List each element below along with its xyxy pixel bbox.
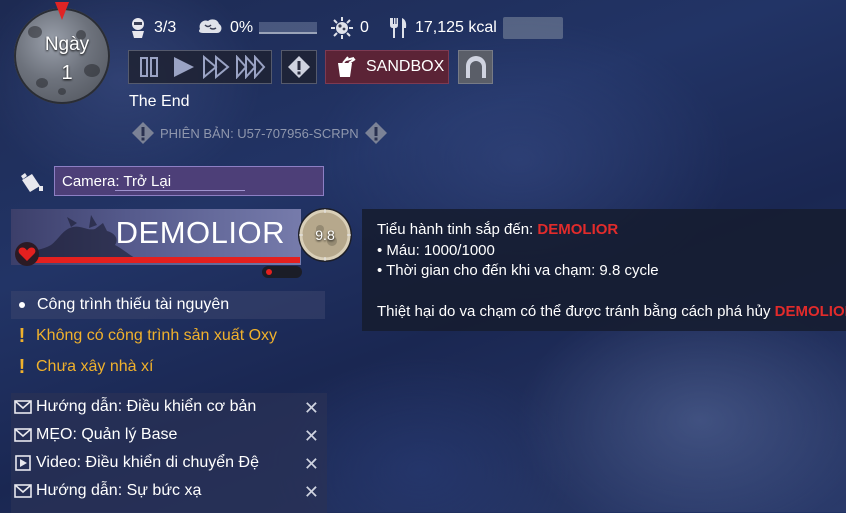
stress-text: 0%: [230, 19, 254, 36]
message-list: Hướng dẫn: Điều khiển cơ bản ✕ MẸO: Quản…: [11, 393, 327, 513]
alert-text: Công trình thiếu tài nguyên: [37, 296, 230, 313]
calorie-count[interactable]: 17,125 kcal: [387, 14, 563, 42]
brain-icon: [199, 19, 222, 33]
message-item[interactable]: Hướng dẫn: Sự bức xạ ✕: [11, 477, 327, 505]
tooltip-spacer: [377, 282, 846, 303]
duplicant-icon: [132, 18, 144, 38]
alert-text: Chưa xây nhà xí: [36, 358, 154, 375]
message-item[interactable]: Video: Điều khiển di chuyển Đệ ✕: [11, 449, 327, 477]
day-number: 1: [61, 62, 73, 84]
tooltip-line-time: • Thời gian cho đến khi va chạm: 9.8 cyc…: [377, 262, 659, 279]
camera-icon[interactable]: [18, 170, 46, 194]
close-icon[interactable]: ✕: [304, 454, 319, 475]
alert-item[interactable]: ! Chưa xây nhà xí: [11, 353, 325, 381]
envelope-icon: [14, 484, 32, 498]
fast-forward-icon: [203, 55, 230, 79]
envelope-icon: [14, 428, 32, 442]
calorie-text: 17,125 kcal: [415, 19, 497, 36]
tooltip-title-text: Tiểu hành tinh sắp đến:: [377, 221, 538, 238]
printing-pod-icon: [465, 56, 486, 78]
sandbox-bucket-icon: [338, 56, 356, 77]
tooltip-damage-text: Thiệt hại do va chạm có thể được tránh b…: [377, 303, 775, 320]
alert-item[interactable]: ! Không có công trình sản xuất Oxy: [11, 322, 325, 350]
ultra-speed-icon: [236, 55, 266, 79]
calorie-bar: [502, 17, 563, 39]
warning-diamond-icon: [132, 122, 154, 144]
bullet-icon: [19, 302, 25, 308]
speed-3-button[interactable]: [235, 53, 267, 81]
camera-label: Camera: Trở Lại: [62, 173, 172, 190]
health-indicator: [262, 266, 302, 278]
alert-item[interactable]: Công trình thiếu tài nguyên: [11, 291, 325, 319]
play-icon: [174, 57, 194, 77]
message-item[interactable]: Hướng dẫn: Điều khiển cơ bản ✕: [11, 393, 327, 421]
exclamation-icon: !: [18, 355, 26, 378]
speed-1-button[interactable]: [167, 53, 199, 81]
colony-name: The End: [129, 93, 190, 110]
pause-button[interactable]: [133, 53, 165, 81]
stress-bar: [259, 22, 318, 34]
cutlery-icon: [390, 18, 407, 38]
day-label: Ngày: [44, 34, 90, 55]
printing-pod-button[interactable]: [458, 50, 493, 84]
sickness-text: 0: [360, 19, 369, 36]
message-text: MẸO: Quản lý Base: [36, 426, 178, 443]
version-text: PHIÊN BẢN: U57-707956-SCRPN: [160, 125, 359, 141]
sandbox-label: SANDBOX: [366, 58, 445, 75]
warning-diamond-icon: [364, 122, 387, 144]
video-icon: [15, 455, 31, 471]
camera-underline: [115, 190, 245, 191]
tooltip-title-name: DEMOLIOR: [537, 221, 619, 238]
heart-icon: [15, 242, 39, 266]
pause-icon: [140, 57, 158, 77]
duplicant-count[interactable]: 3/3: [128, 14, 176, 42]
camera-return-button[interactable]: Camera: Trở Lại: [54, 166, 324, 196]
tooltip-line-damage: Thiệt hại do va chạm có thể được tránh b…: [377, 302, 846, 323]
tooltip-damage-name: DEMOLIOR: [774, 303, 846, 320]
demolior-health-bar: [24, 257, 300, 263]
envelope-icon: [14, 400, 32, 414]
demolior-tooltip: Tiểu hành tinh sắp đến: DEMOLIOR • Máu: …: [362, 209, 846, 331]
message-item[interactable]: MẸO: Quản lý Base ✕: [11, 421, 327, 449]
message-text: Video: Điều khiển di chuyển Đệ: [36, 454, 259, 471]
close-icon[interactable]: ✕: [304, 426, 319, 447]
health-dot: [266, 269, 272, 275]
day-pointer-icon: [55, 2, 69, 20]
red-alert-button[interactable]: [281, 50, 317, 84]
demolior-name: DEMOLIOR: [115, 215, 285, 250]
crater: [58, 88, 66, 95]
stress-meter[interactable]: 0%: [196, 14, 318, 42]
message-text: Hướng dẫn: Sự bức xạ: [36, 482, 202, 499]
version-info: PHIÊN BẢN: U57-707956-SCRPN: [130, 120, 389, 146]
sickness-count[interactable]: 0: [330, 14, 369, 42]
sandbox-button[interactable]: SANDBOX: [325, 50, 449, 84]
germ-icon: [331, 17, 353, 39]
close-icon[interactable]: ✕: [304, 482, 319, 503]
speed-controls: [128, 50, 272, 84]
speed-2-button[interactable]: [201, 53, 233, 81]
close-icon[interactable]: ✕: [304, 398, 319, 419]
alert-diamond-icon: [288, 56, 310, 78]
message-text: Hướng dẫn: Điều khiển cơ bản: [36, 398, 257, 415]
day-cycle-asteroid[interactable]: [14, 8, 110, 104]
impact-timer-value: 9.8: [315, 227, 335, 243]
exclamation-icon: !: [18, 324, 26, 347]
tooltip-line-health: • Máu: 1000/1000: [377, 241, 495, 259]
alert-text: Không có công trình sản xuất Oxy: [36, 327, 278, 344]
duplicant-count-text: 3/3: [154, 19, 177, 36]
tooltip-line-title: Tiểu hành tinh sắp đến: DEMOLIOR: [377, 220, 846, 241]
